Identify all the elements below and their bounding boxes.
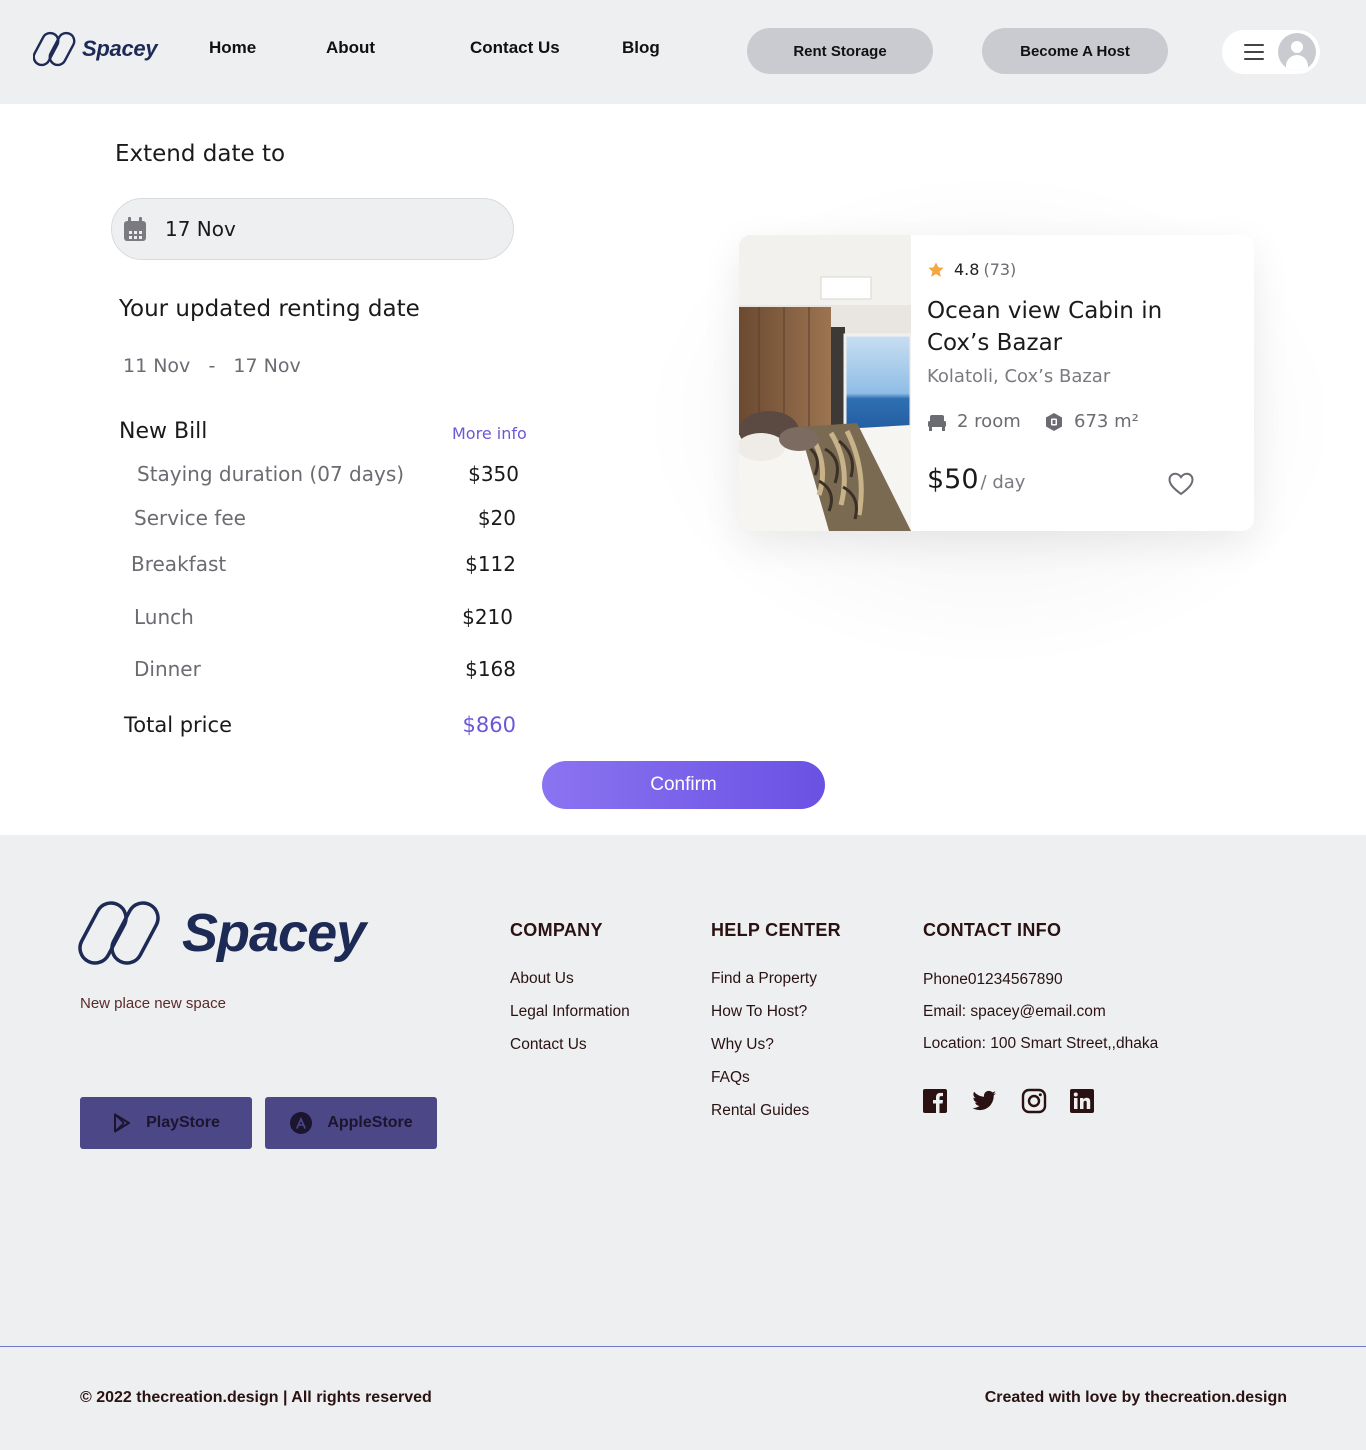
footer-link-legal-information[interactable]: Legal Information (510, 1003, 630, 1021)
become-a-host-button[interactable]: Become A Host (982, 28, 1168, 74)
footer-brand-logo[interactable]: Spacey (78, 898, 366, 968)
bill-item-label-lunch: Lunch (134, 605, 194, 629)
help-center-heading: HELP CENTER (711, 920, 841, 940)
listing-location: Kolatoli, Cox’s Bazar (927, 366, 1111, 387)
rent-storage-button[interactable]: Rent Storage (747, 28, 933, 74)
company-heading: COMPANY (510, 920, 603, 940)
nav-contact-us[interactable]: Contact Us (470, 38, 560, 58)
bill-item-amount-breakfast: $112 (465, 552, 516, 576)
cabin-room-image (739, 235, 911, 531)
more-info-link[interactable]: More info (452, 424, 527, 443)
play-store-icon (114, 1113, 131, 1133)
bill-item-label-dinner: Dinner (134, 657, 201, 681)
bill-item-label-duration: Staying duration (07 days) (137, 462, 405, 486)
credit-brand-link[interactable]: thecreation.design (1145, 1389, 1287, 1406)
bill-item-label-service-fee: Service fee (134, 506, 246, 530)
extend-date-heading: Extend date to (115, 141, 286, 167)
linkedin-icon[interactable] (1069, 1088, 1095, 1114)
bill-item-amount-duration: $350 (468, 462, 519, 486)
footer-divider (0, 1346, 1366, 1347)
room-count: 2 room (927, 411, 1021, 432)
footer-link-contact-us[interactable]: Contact Us (510, 1036, 587, 1054)
total-price-label: Total price (124, 713, 232, 737)
calendar-icon (124, 217, 146, 241)
bed-icon (928, 414, 946, 431)
avatar-icon (1278, 33, 1316, 71)
contact-phone: Phone01234567890 (923, 971, 1063, 988)
updated-renting-date-heading: Your updated renting date (119, 296, 420, 322)
user-menu-button[interactable] (1222, 30, 1320, 74)
footer-brand-name: Spacey (182, 903, 366, 963)
range-separator: - (208, 355, 216, 377)
bill-item-amount-dinner: $168 (465, 657, 516, 681)
footer-link-about-us[interactable]: About Us (510, 970, 574, 988)
listing-photo (739, 235, 911, 531)
contact-location: Location: 100 Smart Street,,dhaka (923, 1035, 1159, 1052)
twitter-icon[interactable] (971, 1088, 997, 1114)
spacey-logo-icon (78, 901, 160, 965)
footer-link-faqs[interactable]: FAQs (711, 1069, 750, 1087)
star-icon (928, 261, 944, 277)
nav-home[interactable]: Home (209, 38, 256, 58)
applestore-label: AppleStore (327, 1114, 413, 1131)
area-value: 673 m² (1074, 411, 1139, 432)
contact-info-heading: CONTACT INFO (923, 920, 1062, 940)
applestore-button[interactable]: AppleStore (265, 1097, 437, 1149)
nav-blog[interactable]: Blog (622, 38, 660, 58)
new-bill-heading: New Bill (119, 419, 208, 444)
extend-date-field[interactable]: 17 Nov (111, 198, 514, 260)
heart-icon[interactable] (1167, 470, 1195, 498)
footer-tagline: New place new space (80, 995, 226, 1012)
nav-about[interactable]: About (326, 38, 375, 58)
contact-email: Email: spacey@email.com (923, 1003, 1106, 1020)
room-count-value: 2 room (957, 411, 1021, 432)
playstore-label: PlayStore (146, 1114, 220, 1131)
playstore-button[interactable]: PlayStore (80, 1097, 252, 1149)
footer-link-rental-guides[interactable]: Rental Guides (711, 1102, 809, 1120)
price: $50/ day (927, 464, 1025, 495)
renting-start-date: 11 Nov (123, 355, 191, 377)
rating: 4.8 (73) (927, 260, 1016, 279)
bill-item-amount-service-fee: $20 (477, 506, 516, 530)
footer-link-find-a-property[interactable]: Find a Property (711, 970, 817, 988)
spacey-logo-icon (33, 31, 76, 67)
listing-title[interactable]: Ocean view Cabin in Cox’s Bazar (927, 295, 1227, 359)
credit-text: Created with love by thecreation.design (985, 1389, 1287, 1407)
bill-item-amount-lunch: $210 (462, 605, 513, 629)
price-value: $50 (927, 464, 979, 495)
facebook-icon[interactable] (922, 1088, 948, 1114)
price-unit: / day (980, 472, 1026, 493)
credit-prefix: Created with love by (984, 1389, 1141, 1406)
instagram-icon[interactable] (1021, 1088, 1047, 1114)
bill-item-label-breakfast: Breakfast (131, 552, 227, 576)
top-navbar: Spacey Home About Contact Us Blog Rent S… (0, 0, 1366, 104)
confirm-button[interactable]: Confirm (542, 761, 825, 809)
copyright-text: © 2022 thecreation.design | All rights r… (80, 1389, 432, 1406)
footer-link-how-to-host[interactable]: How To Host? (711, 1003, 807, 1021)
area-icon (1046, 412, 1062, 431)
renting-date-range: 11 Nov - 17 Nov (123, 355, 301, 377)
listing-details: 4.8 (73) Ocean view Cabin in Cox’s Bazar… (927, 235, 1247, 531)
extend-date-value: 17 Nov (165, 217, 236, 241)
rating-value: 4.8 (954, 260, 980, 279)
review-count: (73) (983, 260, 1017, 279)
renting-end-date: 17 Nov (233, 355, 301, 377)
app-store-icon (290, 1112, 313, 1134)
total-price-amount: $860 (462, 713, 516, 737)
menu-icon (1244, 44, 1264, 60)
listing-card[interactable]: 4.8 (73) Ocean view Cabin in Cox’s Bazar… (739, 235, 1254, 531)
footer-link-why-us[interactable]: Why Us? (711, 1036, 774, 1054)
brand-name: Spacey (82, 36, 158, 61)
area-size: 673 m² (1044, 411, 1139, 432)
brand-logo[interactable]: Spacey (33, 31, 158, 67)
